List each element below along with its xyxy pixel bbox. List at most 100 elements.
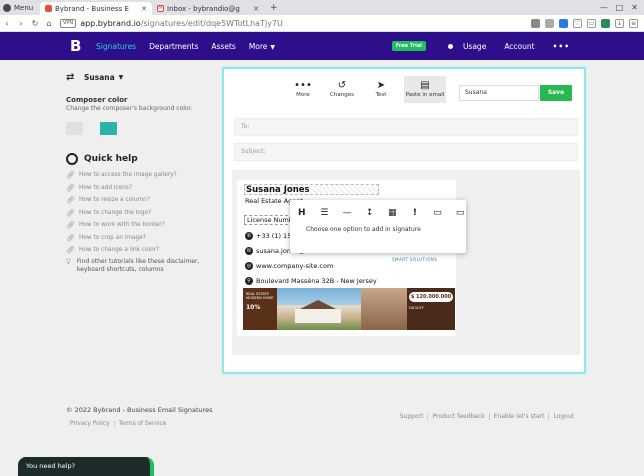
spacer-icon[interactable]: ↕ [364, 208, 376, 218]
subject-field[interactable]: Subject: [234, 143, 578, 161]
help-link[interactable]: 🔗︎ How to resize a column? [66, 194, 216, 207]
shield-icon[interactable] [545, 18, 554, 28]
help-link[interactable]: 🔗︎ How to access the image gallery? [66, 169, 216, 182]
reload-icon[interactable]: ↻ [28, 19, 42, 28]
add-element-popover: H ☰ — ↕ ▦ ! ▭ ▭ Choose one option to add… [290, 200, 466, 253]
close-tab-icon[interactable]: ✕ [141, 5, 147, 13]
more-button[interactable]: ••• More [288, 79, 318, 98]
signature-address[interactable]: ⚲ Boulevard Masséna 32B - New Jersey [245, 277, 377, 285]
help-more[interactable]: 💡︎ Find other tutorials like these discla… [66, 258, 216, 274]
layout-top-icon[interactable]: ▭ [454, 208, 466, 218]
download-icon[interactable]: ↓ [615, 18, 624, 28]
free-trial-badge[interactable]: Free Trial [391, 41, 426, 51]
user-name: Susana [84, 72, 115, 82]
help-link-label: How to access the image gallery? [79, 172, 177, 179]
user-switcher[interactable]: ⇄ Susana ▼ [66, 70, 216, 84]
signature-banner[interactable]: REAL ESTATE MODERN HOME 10% $ 120.000.00… [243, 288, 455, 330]
swatch-gray[interactable] [66, 122, 83, 135]
more-label: More [296, 92, 310, 98]
bybrand-logo[interactable]: B [70, 38, 82, 54]
alert-icon[interactable]: ! [409, 208, 421, 218]
heading-icon[interactable]: H [296, 208, 308, 218]
vpn-badge[interactable]: VPN [60, 18, 77, 28]
help-link-label: How to change a link color? [79, 247, 160, 254]
layout-bottom-icon[interactable]: ▭ [432, 208, 444, 218]
privacy-policy-link[interactable]: Privacy Policy [66, 421, 114, 427]
test-button[interactable]: ➤ Test [366, 79, 396, 98]
header-right: Free Trial Usage Account ••• [391, 32, 644, 60]
help-link-label: How to crop an image? [79, 234, 146, 241]
signature-canvas: Susana Jones Real Estate Agent License N… [232, 170, 580, 355]
window-minimize-icon[interactable]: — [600, 3, 608, 12]
heart-icon[interactable]: ♡ [573, 18, 582, 28]
logout-link[interactable]: Logout [548, 413, 578, 420]
nav-more-label: More [248, 41, 268, 51]
signature-name[interactable]: Susana Jones [244, 184, 379, 195]
swap-icon: ⇄ [66, 71, 75, 83]
browser-menu-button[interactable]: Menu [0, 0, 40, 15]
bookmark-icon[interactable]: ▭ [587, 18, 596, 28]
help-link[interactable]: 🔗︎ How to change a link color? [66, 244, 216, 257]
to-field[interactable]: To: [234, 118, 578, 136]
text-align-icon[interactable]: ☰ [319, 208, 331, 218]
home-icon[interactable]: ⌂ [42, 19, 56, 28]
composer-color-desc: Change the composer's background color. [66, 105, 193, 112]
help-link[interactable]: 🔗︎ How to change the logo? [66, 207, 216, 220]
website-text: www.company-site.com [256, 262, 334, 270]
help-link[interactable]: 🔗︎ How to crop an image? [66, 232, 216, 245]
signature-name-input[interactable]: Susana [459, 85, 539, 101]
chevron-down-icon: ▼ [270, 43, 276, 51]
address-text: Boulevard Masséna 32B - New Jersey [256, 277, 377, 285]
terms-link[interactable]: Terms of Service [113, 421, 171, 427]
nav-more[interactable]: More ▼ [249, 42, 275, 51]
color-swatches [66, 122, 216, 135]
help-link-label: How to change the logo? [79, 209, 152, 216]
browser-tab-inbox[interactable]: M Inbox - bybrandio@g ✕ [152, 2, 264, 15]
support-link[interactable]: Support [396, 413, 428, 420]
mail-icon: ✉ [245, 247, 253, 255]
window-maximize-icon[interactable]: □ [616, 3, 624, 12]
url-field[interactable]: VPN app.bybrand.io/signatures/edit/dqe5W… [60, 17, 531, 30]
help-link[interactable]: 🔗︎ How to add icons? [66, 182, 216, 195]
save-button[interactable]: Save [540, 85, 572, 101]
nav-assets[interactable]: Assets [211, 42, 235, 51]
help-chat-tab[interactable]: You need help? [18, 457, 154, 476]
back-icon[interactable]: ‹ [0, 19, 14, 28]
link-icon: 🔗︎ [66, 208, 75, 217]
lets-start-link[interactable]: Enable let's start [488, 413, 549, 420]
location-pin-icon: ⚲ [245, 277, 253, 285]
feedback-link[interactable]: Product feedback [427, 413, 488, 420]
extension-icon[interactable] [601, 18, 610, 28]
browser-tab-bybrand[interactable]: Bybrand - Business E ✕ [40, 2, 152, 15]
more-menu-icon[interactable]: ••• [553, 42, 570, 51]
nav-signatures[interactable]: Signatures [96, 42, 136, 51]
nav-usage[interactable]: Usage [463, 42, 486, 51]
nav-departments[interactable]: Departments [149, 42, 198, 51]
camera-icon[interactable] [531, 18, 540, 28]
help-link[interactable]: 🔗︎ How to work with the border? [66, 219, 216, 232]
signature-website[interactable]: ◎ www.company-site.com [245, 262, 333, 270]
url-path: /signatures/edit/dqe5WTotLhaTjy7U [140, 18, 283, 28]
vpn-icon[interactable] [559, 18, 568, 28]
banner-promo-title: REAL ESTATE MODERN HOME [246, 292, 274, 300]
settings-icon[interactable]: ≡ [629, 18, 638, 28]
new-tab-button[interactable]: + [264, 2, 284, 15]
browser-logo-icon [3, 3, 11, 12]
banner-interior-image [361, 288, 407, 330]
nav-account[interactable]: Account [504, 42, 534, 51]
popover-hint: Choose one option to add in signature [306, 226, 421, 233]
banner-price: $ 120.000.000 [409, 292, 453, 302]
changes-button[interactable]: ↺ Changes [327, 79, 357, 98]
paste-in-email-button[interactable]: ▤ Paste in email [404, 76, 446, 103]
window-controls: — □ ✕ [594, 0, 644, 15]
table-icon[interactable]: ▦ [387, 208, 399, 218]
divider-icon[interactable]: — [341, 208, 353, 218]
close-tab-icon[interactable]: ✕ [253, 5, 259, 13]
paste-label: Paste in email [405, 92, 445, 98]
help-link-label: How to resize a column? [79, 197, 150, 204]
swatch-teal[interactable] [100, 122, 117, 135]
forward-icon[interactable]: › [14, 19, 28, 28]
window-close-icon[interactable]: ✕ [631, 3, 638, 12]
chevron-down-icon: ▼ [118, 73, 124, 81]
help-more-label: Find other tutorials like these disclaim… [76, 257, 200, 273]
